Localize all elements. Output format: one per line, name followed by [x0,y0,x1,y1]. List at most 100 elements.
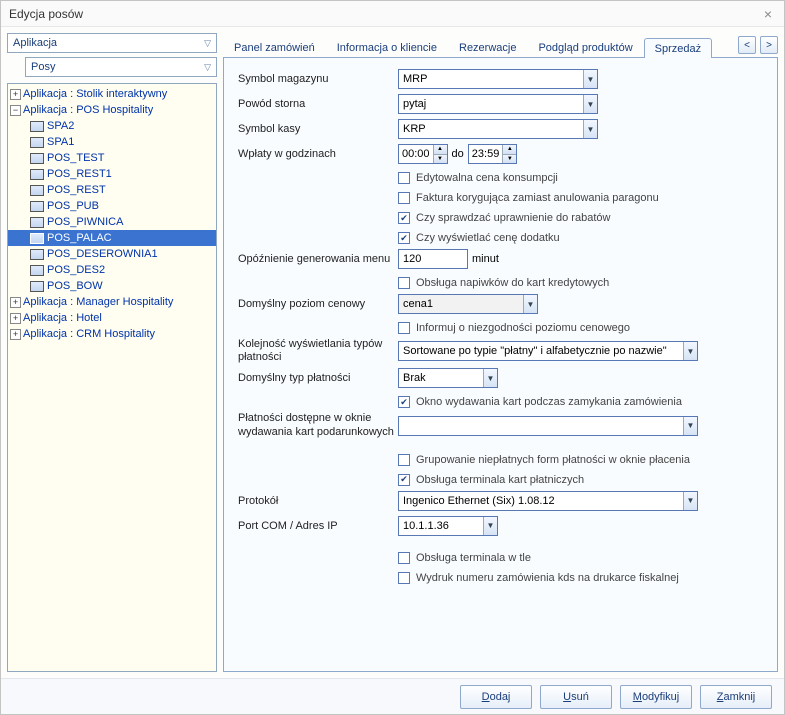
window: Edycja posów × Aplikacja ▽ Posy ▽ +Aplik… [0,0,785,715]
tree-root[interactable]: +Aplikacja : CRM Hospitality [8,326,216,342]
label-symbol-kasy: Symbol kasy [238,123,398,135]
tree-item[interactable]: POS_TEST [8,150,216,166]
chevron-down-icon: ▼ [523,295,537,313]
tree-item-label: POS_PALAC [47,232,112,244]
tree-item[interactable]: POS_REST1 [8,166,216,182]
tree-item-label: POS_REST1 [47,168,112,180]
label-typ-platnosci: Domyślny typ płatności [238,372,398,384]
tree-root-label: Aplikacja : Manager Hospitality [23,296,173,308]
tab-podgl-d-produkt-w[interactable]: Podgląd produktów [527,37,643,57]
tree-item[interactable]: POS_PUB [8,198,216,214]
expand-icon[interactable]: + [10,89,21,100]
label-platnosci-okno: Płatności dostępne w oknie wydawania kar… [238,412,398,438]
cb-edytowalna-cena[interactable] [398,172,410,184]
chevron-down-icon: ▼ [683,492,697,510]
expand-icon[interactable]: + [10,329,21,340]
tab-next-button[interactable]: > [760,36,778,54]
monitor-icon [30,281,44,292]
usun-button[interactable]: Usuń [540,685,612,709]
tree-item-label: POS_PUB [47,200,99,212]
tab-sprzeda-[interactable]: Sprzedaż [644,38,712,58]
tree-item-label: POS_BOW [47,280,103,292]
expand-icon[interactable]: + [10,313,21,324]
tree-item-label: SPA2 [47,120,74,132]
select-kolejnosc[interactable]: Sortowane po typie "płatny" i alfabetycz… [398,341,698,361]
tree-item[interactable]: SPA2 [8,118,216,134]
cb-wyswietlac-cene[interactable] [398,232,410,244]
label-port: Port COM / Adres IP [238,520,398,532]
tab-informacja-o-kliencie[interactable]: Informacja o kliencie [326,37,448,57]
body: Aplikacja ▽ Posy ▽ +Aplikacja : Stolik i… [1,27,784,678]
zamknij-button[interactable]: Zamknij [700,685,772,709]
select-poziom-cenowy[interactable]: cena1 ▼ [398,294,538,314]
label-protokol: Protokół [238,495,398,507]
select-port[interactable]: 10.1.1.36 ▼ [398,516,498,536]
cb-terminal-tle[interactable] [398,552,410,564]
chevron-down-icon: ▼ [683,342,697,360]
spinner-wplaty-from[interactable]: 00:00 ▲▼ [398,144,448,164]
cb-obsluga-napiwkow[interactable] [398,277,410,289]
modyfikuj-button[interactable]: Modyfikuj [620,685,692,709]
label-opoznienie: Opóźnienie generowania menu [238,253,398,265]
pos-tree[interactable]: +Aplikacja : Stolik interaktywny−Aplikac… [7,83,217,672]
tab-panel-zam-wie-[interactable]: Panel zamówień [223,37,326,57]
cb-wydruk-kds[interactable] [398,572,410,584]
posy-combo[interactable]: Posy ▽ [25,57,217,77]
tree-item[interactable]: POS_BOW [8,278,216,294]
label-do: do [452,148,464,160]
dodaj-button[interactable]: Dodaj [460,685,532,709]
tree-root[interactable]: −Aplikacja : POS Hospitality [8,102,216,118]
monitor-icon [30,201,44,212]
chevron-down-icon: ▼ [583,70,597,88]
select-protokol[interactable]: Ingenico Ethernet (Six) 1.08.12 ▼ [398,491,698,511]
tree-root[interactable]: +Aplikacja : Manager Hospitality [8,294,216,310]
label-wplaty: Wpłaty w godzinach [238,148,398,160]
tree-item[interactable]: POS_DES2 [8,262,216,278]
select-powod-storna[interactable]: pytaj ▼ [398,94,598,114]
select-platnosci-okno[interactable]: ▼ [398,416,698,436]
monitor-icon [30,265,44,276]
tree-root[interactable]: +Aplikacja : Hotel [8,310,216,326]
monitor-icon [30,185,44,196]
tree-item[interactable]: SPA1 [8,134,216,150]
cb-obsluga-terminala[interactable] [398,474,410,486]
tree-item[interactable]: POS_DESEROWNIA1 [8,246,216,262]
cb-informuj-poziom[interactable] [398,322,410,334]
expand-icon[interactable]: + [10,297,21,308]
titlebar: Edycja posów × [1,1,784,27]
tree-item[interactable]: POS_PIWNICA [8,214,216,230]
right-panel: Panel zamówieńInformacja o kliencieRezer… [223,33,778,672]
app-combo[interactable]: Aplikacja ▽ [7,33,217,53]
window-title: Edycja posów [9,7,83,21]
chevron-down-icon: ▽ [204,38,211,49]
label-poziom-cenowy: Domyślny poziom cenowy [238,298,398,310]
monitor-icon [30,233,44,244]
cb-faktura-korygujaca[interactable] [398,192,410,204]
app-combo-label: Aplikacja [13,37,57,49]
tab-rezerwacje[interactable]: Rezerwacje [448,37,527,57]
cb-grupowanie[interactable] [398,454,410,466]
close-icon[interactable]: × [760,6,776,22]
chevron-down-icon: ▽ [204,62,211,73]
select-symbol-magazynu[interactable]: MRP ▼ [398,69,598,89]
input-opoznienie[interactable] [398,249,468,269]
chevron-down-icon: ▼ [583,95,597,113]
monitor-icon [30,249,44,260]
collapse-icon[interactable]: − [10,105,21,116]
tree-item[interactable]: POS_REST [8,182,216,198]
tree-item[interactable]: POS_PALAC [8,230,216,246]
tree-item-label: POS_REST [47,184,106,196]
select-typ-platnosci[interactable]: Brak ▼ [398,368,498,388]
cb-sprawdzac-rabaty[interactable] [398,212,410,224]
tree-root[interactable]: +Aplikacja : Stolik interaktywny [8,86,216,102]
tab-prev-button[interactable]: < [738,36,756,54]
tree-item-label: SPA1 [47,136,74,148]
spinner-wplaty-to[interactable]: 23:59 ▲▼ [468,144,518,164]
monitor-icon [30,121,44,132]
tab-nav: < > [738,36,778,54]
tree-item-label: POS_DES2 [47,264,105,276]
tree-item-label: POS_TEST [47,152,104,164]
select-symbol-kasy[interactable]: KRP ▼ [398,119,598,139]
label-powod-storna: Powód storna [238,98,398,110]
cb-okno-wydawania[interactable] [398,396,410,408]
